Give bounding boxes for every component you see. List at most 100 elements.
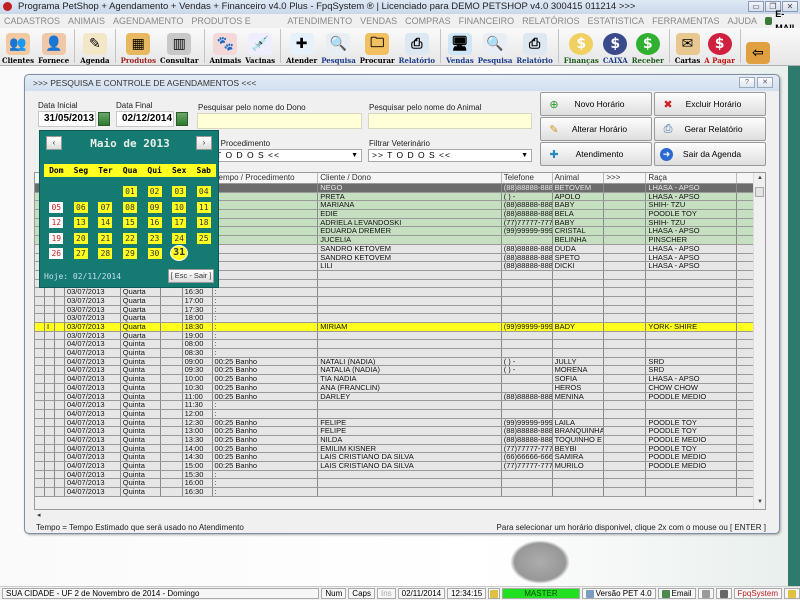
- menu-item-relat-rios[interactable]: RELATÓRIOS: [522, 14, 579, 28]
- table-row[interactable]: 04/07/2013 Quinta 12:30 00:25 Banho FELIPE (9…: [35, 418, 765, 428]
- calendar-day[interactable]: 06: [73, 201, 88, 213]
- table-row[interactable]: 04/07/2013 Quinta 09:30 00:25 Banho NATALIA …: [35, 366, 765, 376]
- table-row[interactable]: 04/07/2013 Quinta 10:00 00:25 Banho TIA NADI…: [35, 375, 765, 384]
- calendar-day[interactable]: 03: [172, 186, 187, 197]
- calendar-day[interactable]: 26: [49, 248, 64, 259]
- menu-item-produtos-e-servi-os[interactable]: PRODUTOS E SERVIÇOS: [191, 14, 279, 40]
- calendar-day[interactable]: 05: [49, 201, 64, 213]
- calendar-day[interactable]: 18: [196, 217, 211, 228]
- scroll-down-icon[interactable]: ▼: [757, 499, 763, 505]
- toolbar-button-atender[interactable]: ✚ Atender: [284, 27, 319, 65]
- toolbar-button-finan-as[interactable]: $ Finanças: [562, 27, 601, 65]
- scroll-up-icon[interactable]: ▲: [757, 175, 763, 181]
- table-row[interactable]: 03/07/2013 Quarta 17:30:: [35, 305, 765, 315]
- column-header[interactable]: Tempo / Procedimento: [213, 173, 319, 183]
- owner-search-input[interactable]: [197, 113, 362, 129]
- procedure-filter-select[interactable]: >> T O D O S << ▼: [197, 149, 362, 162]
- table-row[interactable]: 04/07/2013 Quinta 16:30:: [35, 488, 765, 497]
- calendar-day[interactable]: 01: [123, 186, 137, 197]
- table-row[interactable]: 04/07/2013 Quinta 12:00:: [35, 409, 765, 419]
- toolbar-button-consultar[interactable]: ▥ Consultar: [158, 27, 200, 65]
- table-row[interactable]: 04/07/2013 Quinta 13:30 00:25 Banho NILDA (88…: [35, 435, 765, 445]
- status-printer-icon[interactable]: [697, 588, 714, 599]
- exit-agenda-button[interactable]: ➜ Sair da Agenda: [654, 142, 766, 166]
- table-row[interactable]: 04/07/2013 Quinta 13:00 00:25 Banho FELIPE (8…: [35, 427, 765, 436]
- table-row[interactable]: 04/07/2013 Quinta 10:30 00:25 Banho ANA (FRA…: [35, 383, 765, 393]
- menu-item-compras[interactable]: COMPRAS: [405, 14, 451, 28]
- status-network-icon[interactable]: [715, 588, 732, 599]
- column-header[interactable]: >>>: [604, 173, 647, 183]
- vertical-scrollbar[interactable]: ▲ ▼: [753, 173, 765, 509]
- calendar-day[interactable]: 15: [123, 217, 137, 228]
- calendar-day[interactable]: 10: [172, 201, 187, 213]
- calendar-close-button[interactable]: [ Esc - Sair ]: [168, 269, 214, 283]
- toolbar-button-exit[interactable]: ⇦: [744, 27, 772, 65]
- toolbar-button-pesquisa[interactable]: 🔍 Pesquisa: [319, 27, 358, 65]
- menu-item-cadastros[interactable]: CADASTROS: [4, 14, 60, 28]
- dialog-help-button[interactable]: ?: [739, 77, 755, 88]
- calendar-day[interactable]: 24: [172, 232, 187, 244]
- start-date-calendar-button[interactable]: [98, 112, 110, 126]
- menu-item-ferramentas[interactable]: FERRAMENTAS: [652, 14, 719, 28]
- toolbar-button-cartas[interactable]: ✉ Cartas: [673, 27, 703, 65]
- menu-item-animais[interactable]: ANIMAIS: [68, 14, 105, 28]
- calendar-day[interactable]: 11: [196, 201, 211, 213]
- scroll-left-icon[interactable]: ◂: [37, 511, 41, 519]
- column-header[interactable]: Animal: [553, 173, 605, 183]
- table-row[interactable]: 04/07/2013 Quinta 11:00 00:25 Banho DARLEY (8…: [35, 392, 765, 402]
- new-slot-button[interactable]: ⊕ Novo Horário: [540, 92, 652, 116]
- column-header[interactable]: Cliente / Dono: [318, 173, 502, 183]
- table-row[interactable]: 04/07/2013 Quinta 09:00 00:25 Banho NATALI (…: [35, 357, 765, 367]
- minimize-button[interactable]: ▭: [748, 1, 764, 12]
- menu-item-estatistica[interactable]: ESTATISTICA: [587, 14, 644, 28]
- toolbar-button-animais[interactable]: 🐾 Animais: [208, 27, 244, 65]
- calendar-day[interactable]: 23: [147, 232, 162, 244]
- table-row[interactable]: 03/07/2013 Quarta 16:30:: [35, 288, 765, 297]
- delete-slot-button[interactable]: ✖ Excluir Horário: [654, 92, 766, 116]
- table-row[interactable]: 03/07/2013 Quarta 19:00:: [35, 331, 765, 341]
- table-row[interactable]: 04/07/2013 Quinta 08:30:: [35, 349, 765, 358]
- calendar-day[interactable]: 16: [147, 217, 162, 228]
- table-row[interactable]: 04/07/2013 Quinta 16:00:: [35, 479, 765, 489]
- menu-item-financeiro[interactable]: FINANCEIRO: [459, 14, 515, 28]
- table-row[interactable]: 04/07/2013 Quinta 11:30:: [35, 401, 765, 410]
- calendar-day[interactable]: 20: [73, 232, 88, 244]
- status-email[interactable]: Email: [657, 588, 696, 599]
- calendar-day[interactable]: 12: [49, 217, 64, 228]
- table-row[interactable]: 04/07/2013 Quinta 14:00 00:25 Banho EMILIM K…: [35, 444, 765, 454]
- calendar-day[interactable]: 19: [49, 232, 64, 244]
- calendar-day[interactable]: 13: [73, 217, 88, 228]
- generate-report-button[interactable]: ⎙ Gerar Relatório: [654, 117, 766, 141]
- calendar-day[interactable]: 04: [196, 186, 211, 197]
- table-row[interactable]: 04/07/2013 Quinta 08:00:: [35, 340, 765, 350]
- calendar-day[interactable]: 17: [172, 217, 187, 228]
- calendar-day[interactable]: 14: [98, 217, 113, 228]
- menu-item-agendamento[interactable]: AGENDAMENTO: [113, 14, 183, 28]
- end-date-calendar-button[interactable]: [176, 112, 188, 126]
- toolbar-button-agenda[interactable]: ✎ Agenda: [78, 27, 111, 65]
- calendar-day[interactable]: 07: [98, 201, 113, 213]
- toolbar-button-vacinas[interactable]: 💉 Vacinas: [243, 27, 277, 65]
- calendar-day[interactable]: 28: [98, 248, 113, 259]
- calendar-day[interactable]: 22: [123, 232, 137, 244]
- dialog-close-button[interactable]: ✕: [757, 77, 773, 88]
- attendance-button[interactable]: ✚ Atendimento: [540, 142, 652, 166]
- calendar-day[interactable]: 21: [98, 232, 113, 244]
- table-row[interactable]: 03/07/2013 Quarta 17:00:: [35, 296, 765, 306]
- table-row[interactable]: I 03/07/2013 Quarta 18:30: MIRIAM (99)99999-9…: [35, 323, 765, 332]
- menu-item-vendas[interactable]: VENDAS: [360, 14, 397, 28]
- toolbar-button-pesquisa[interactable]: 🔍 Pesquisa: [476, 27, 515, 65]
- toolbar-button-a-pagar[interactable]: $ A Pagar: [702, 27, 737, 65]
- toolbar-button-produtos[interactable]: ▦ Produtos: [119, 27, 158, 65]
- vet-filter-select[interactable]: >> T O D O S << ▼: [368, 149, 532, 162]
- column-header[interactable]: Raça: [646, 173, 738, 183]
- menu-item-atendimento[interactable]: ATENDIMENTO: [287, 14, 352, 28]
- calendar-day[interactable]: 31: [170, 245, 189, 261]
- column-header[interactable]: Telefone: [502, 173, 553, 183]
- scroll-thumb[interactable]: [755, 187, 764, 197]
- toolbar-button-clientes[interactable]: 👥 Clientes: [0, 27, 36, 65]
- table-row[interactable]: 04/07/2013 Quinta 15:30:: [35, 470, 765, 480]
- edit-slot-button[interactable]: ✎ Alterar Horário: [540, 117, 652, 141]
- calendar-day[interactable]: 02: [147, 186, 162, 197]
- menu-item-email[interactable]: E-MAIL: [765, 9, 800, 33]
